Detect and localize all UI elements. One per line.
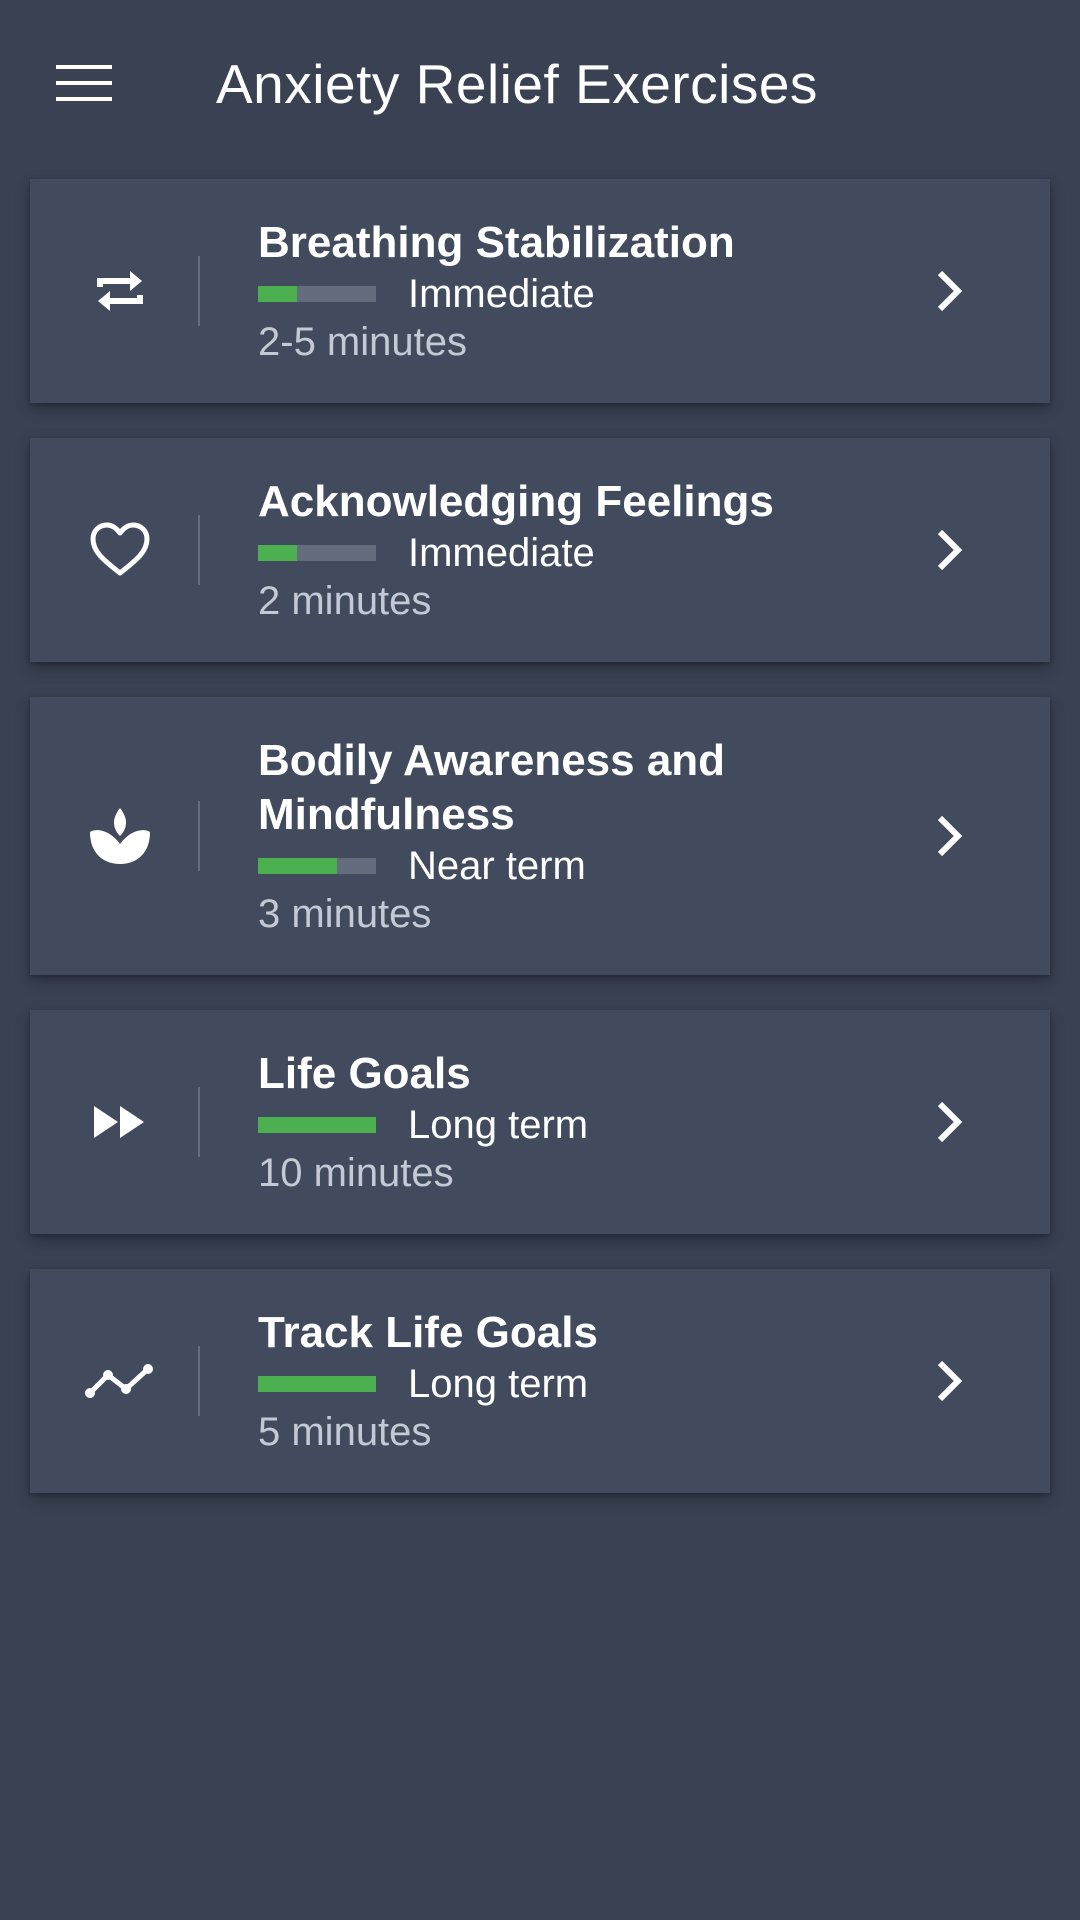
term-progress-fill (258, 545, 297, 561)
chevron-right-icon[interactable] (930, 1098, 970, 1146)
duration-label: 2 minutes (258, 579, 432, 623)
divider (198, 801, 200, 871)
term-progress-fill (258, 1117, 376, 1133)
card-body: Acknowledging Feelings Immediate 2 minut… (258, 475, 930, 625)
term-progress-fill (258, 1376, 376, 1392)
page-title: Anxiety Relief Exercises (216, 53, 818, 115)
term-progress-bar (258, 545, 376, 561)
exercise-card-acknowledging-feelings[interactable]: Acknowledging Feelings Immediate 2 minut… (30, 438, 1050, 662)
chevron-right-icon[interactable] (930, 526, 970, 574)
exercise-title: Bodily Awareness and Mindfulness (258, 736, 726, 839)
duration-label: 2-5 minutes (258, 320, 467, 364)
duration-label: 10 minutes (258, 1151, 454, 1195)
divider (198, 256, 200, 326)
heart-outline-icon (56, 510, 184, 590)
hamburger-menu-icon[interactable] (48, 54, 120, 114)
term-label: Immediate (408, 530, 595, 575)
app-bar: Anxiety Relief Exercises (0, 0, 1080, 168)
divider (198, 515, 200, 585)
term-progress-bar (258, 858, 376, 874)
term-progress-bar (258, 286, 376, 302)
exercise-title: Acknowledging Feelings (258, 477, 774, 526)
exercise-card-life-goals[interactable]: Life Goals Long term 10 minutes (30, 1010, 1050, 1234)
chevron-right-icon[interactable] (930, 1357, 970, 1405)
term-progress-bar (258, 1117, 376, 1133)
chevron-right-icon[interactable] (930, 267, 970, 315)
term-row: Immediate (258, 529, 930, 577)
term-label: Long term (408, 1102, 589, 1147)
term-progress-bar (258, 1376, 376, 1392)
term-label: Long term (408, 1361, 589, 1406)
duration-label: 3 minutes (258, 892, 432, 936)
exercise-title: Life Goals (258, 1049, 471, 1098)
repeat-arrows-icon (56, 251, 184, 331)
exercise-card-track-life-goals[interactable]: Track Life Goals Long term 5 minutes (30, 1269, 1050, 1493)
term-row: Long term (258, 1360, 930, 1408)
exercise-card-bodily-awareness[interactable]: Bodily Awareness and Mindfulness Near te… (30, 697, 1050, 975)
duration-label: 5 minutes (258, 1410, 432, 1454)
exercise-list: Breathing Stabilization Immediate 2-5 mi… (30, 179, 1050, 1528)
exercise-title: Breathing Stabilization (258, 218, 735, 267)
card-body: Track Life Goals Long term 5 minutes (258, 1306, 930, 1456)
divider (198, 1087, 200, 1157)
term-row: Long term (258, 1101, 930, 1149)
exercise-title: Track Life Goals (258, 1308, 598, 1357)
term-progress-fill (258, 286, 297, 302)
card-body: Life Goals Long term 10 minutes (258, 1047, 930, 1197)
term-label: Near term (408, 843, 586, 888)
card-body: Bodily Awareness and Mindfulness Near te… (258, 734, 930, 938)
fast-forward-icon (56, 1082, 184, 1162)
term-row: Immediate (258, 270, 930, 318)
divider (198, 1346, 200, 1416)
exercise-card-breathing-stabilization[interactable]: Breathing Stabilization Immediate 2-5 mi… (30, 179, 1050, 403)
card-body: Breathing Stabilization Immediate 2-5 mi… (258, 216, 930, 366)
trend-line-icon (56, 1341, 184, 1421)
term-label: Immediate (408, 271, 595, 316)
term-row: Near term (258, 842, 930, 890)
chevron-right-icon[interactable] (930, 812, 970, 860)
term-progress-fill (258, 858, 338, 874)
lotus-icon (56, 796, 184, 876)
